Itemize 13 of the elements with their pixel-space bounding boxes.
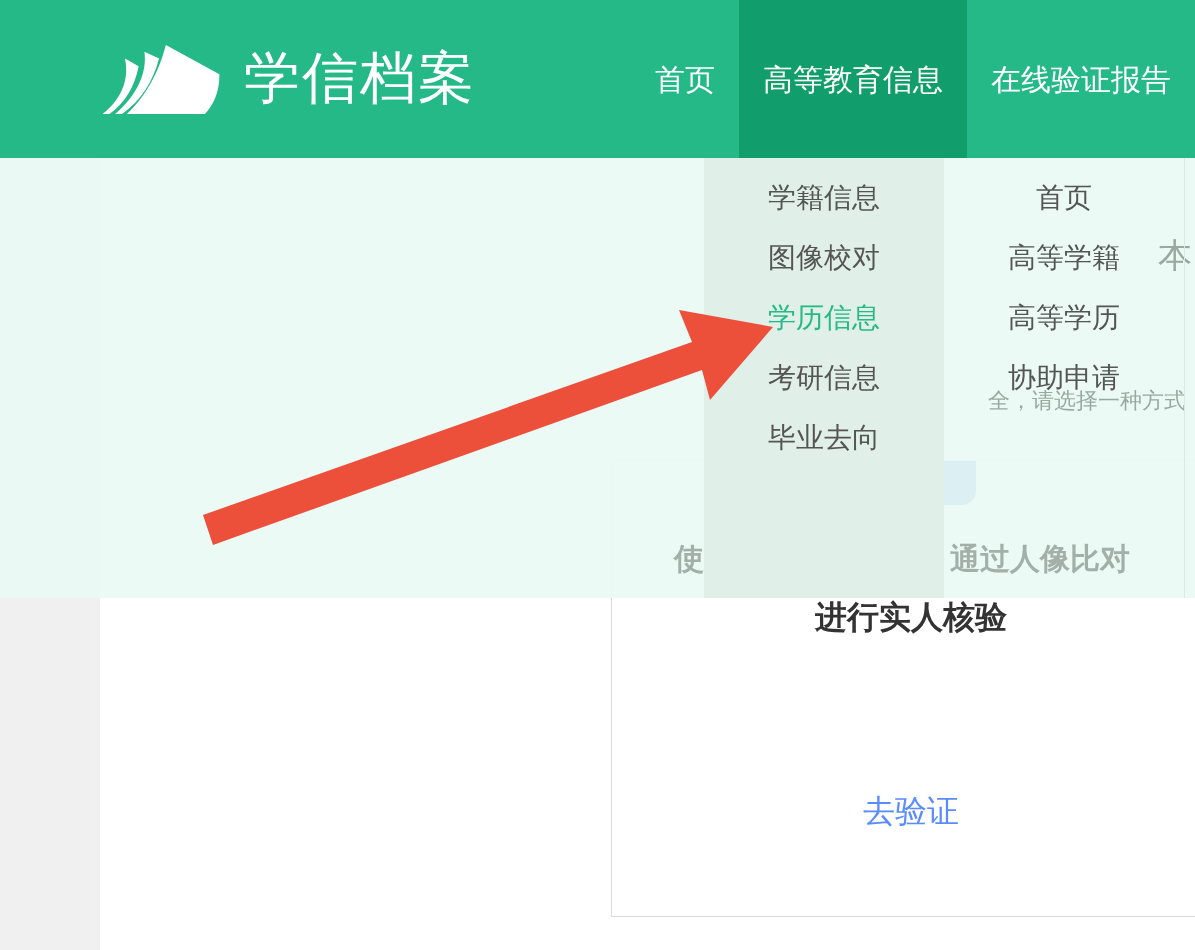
menu-item[interactable]: 首页 — [1036, 180, 1092, 216]
menu-item[interactable]: 高等学历 — [1008, 300, 1120, 336]
menu-item[interactable]: 学籍信息 — [768, 180, 880, 216]
card-headline: 使 — [674, 540, 704, 579]
menu-item[interactable]: 毕业去向 — [768, 420, 880, 456]
logo-text: 学信档案 — [244, 44, 476, 112]
heading-text: 本 — [1158, 238, 1192, 272]
card-headline: 通过人像比对 — [950, 540, 1130, 579]
menu-item[interactable]: 考研信息 — [768, 360, 880, 396]
menu-item[interactable]: 高等学籍 — [1008, 240, 1120, 276]
menu-item[interactable]: 图像校对 — [768, 240, 880, 276]
card-subtitle: 进行实人核验 — [815, 597, 1007, 639]
verify-link[interactable]: 去验证 — [863, 790, 959, 835]
